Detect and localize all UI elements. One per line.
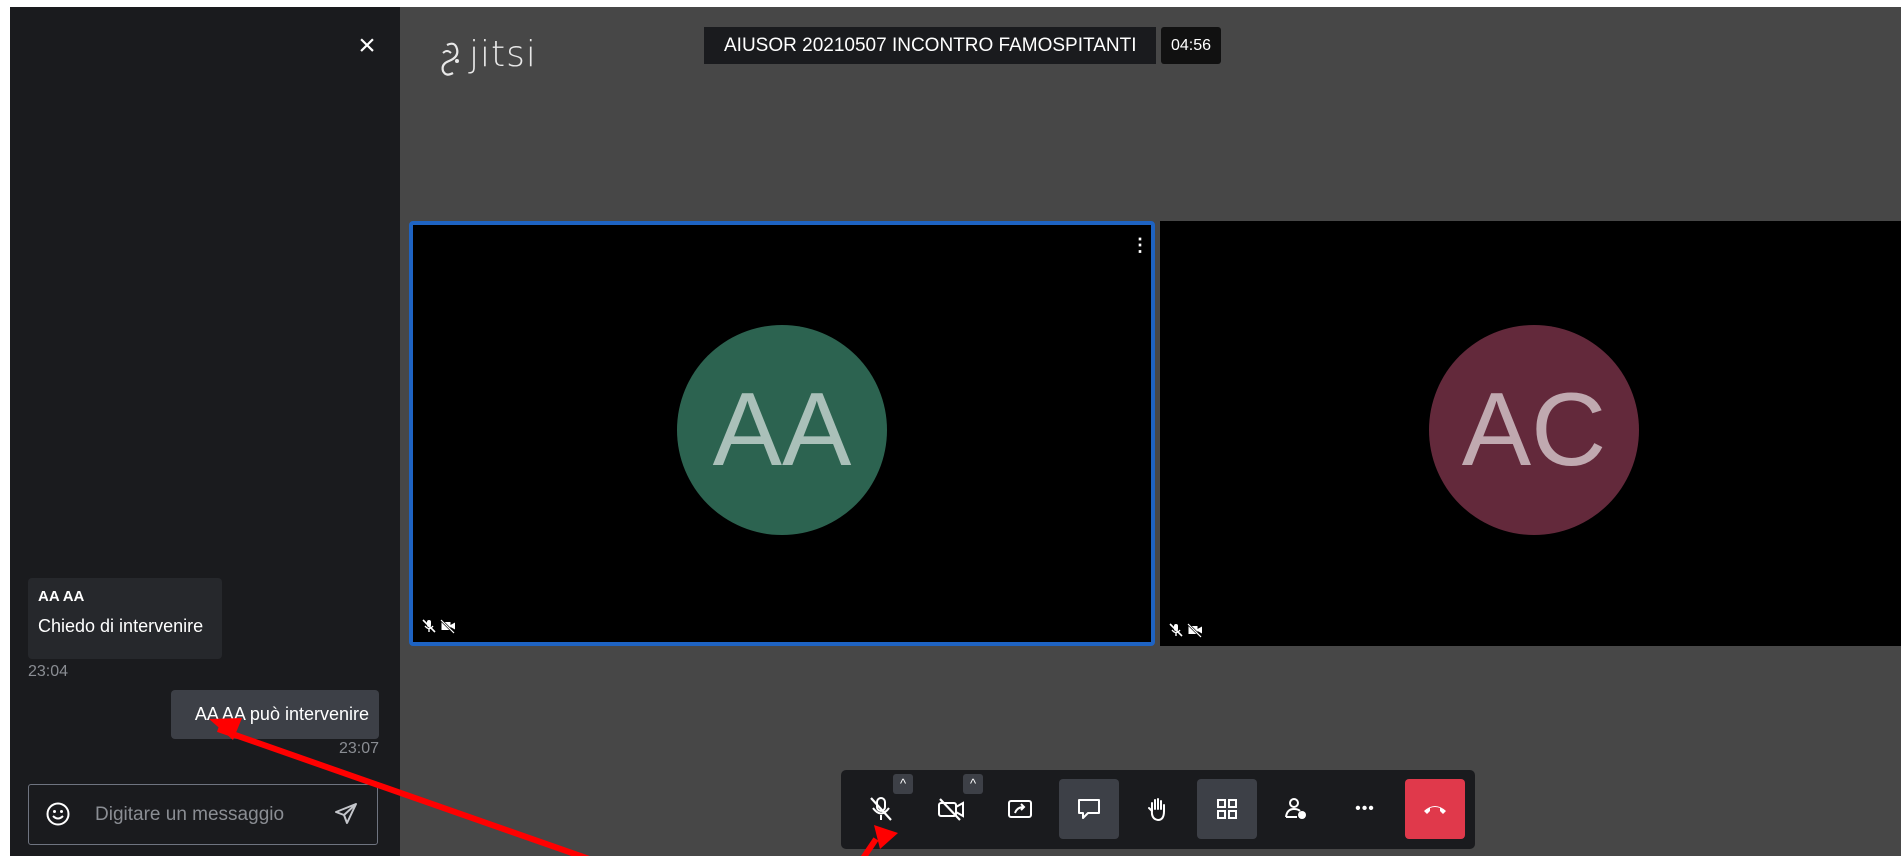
participant-tile-aa[interactable]: ⋮ AA: [409, 221, 1155, 646]
chat-message-incoming: AA AA Chiedo di intervenire: [28, 578, 222, 659]
hangup-button[interactable]: [1405, 779, 1465, 839]
microphone-options-arrow[interactable]: ^: [893, 774, 913, 794]
camera-off-icon: [440, 619, 455, 634]
raise-hand-button[interactable]: [1128, 779, 1188, 839]
chat-message-input[interactable]: [93, 793, 317, 837]
raise-hand-icon: [1148, 798, 1165, 822]
chat-panel: × AA AA Chiedo di intervenire 23:04 AA A…: [10, 7, 400, 856]
mic-muted-icon: [1169, 623, 1183, 637]
invite-people-icon: [1285, 798, 1306, 819]
message-sender: AA AA: [38, 588, 85, 605]
logo-text: jitsi: [469, 34, 537, 75]
message-timestamp: 23:04: [28, 663, 69, 680]
avatar: AA: [677, 325, 887, 535]
message-timestamp: 23:07: [338, 740, 379, 757]
invite-people-button[interactable]: [1266, 779, 1326, 839]
tile-status-indicators: [1168, 622, 1203, 638]
conference-timer: 04:56: [1161, 27, 1221, 64]
tile-menu-icon[interactable]: ⋮: [1131, 233, 1149, 257]
annotation-arrowhead-chat: [209, 718, 242, 740]
chat-message-outgoing: AA AA può intervenire: [171, 690, 379, 739]
camera-off-icon: [938, 798, 964, 821]
tile-view-button[interactable]: [1197, 779, 1257, 839]
camera-options-arrow[interactable]: ^: [963, 774, 983, 794]
more-options-icon: •••: [1355, 800, 1375, 817]
jitsi-logo-icon: [441, 42, 459, 76]
microphone-muted-icon: [870, 797, 892, 821]
share-screen-button[interactable]: [990, 779, 1050, 839]
emoji-icon[interactable]: [45, 801, 71, 827]
jitsi-app: × AA AA Chiedo di intervenire 23:04 AA A…: [10, 7, 1901, 856]
participant-tile-ac[interactable]: ⋮ AC: [1160, 221, 1901, 646]
tile-status-indicators: [421, 618, 456, 634]
hangup-icon: [1424, 806, 1446, 814]
camera-off-icon: [1187, 623, 1202, 638]
more-options-button[interactable]: •••: [1335, 779, 1395, 839]
conference-subject: AIUSOR 20210507 INCONTRO FAMOSPITANTI: [704, 27, 1157, 64]
send-icon[interactable]: [333, 801, 359, 827]
avatar: AC: [1429, 325, 1639, 535]
chat-button[interactable]: [1059, 779, 1119, 839]
tile-view-icon: [1217, 799, 1237, 819]
share-screen-icon: [1008, 800, 1032, 818]
close-chat-button[interactable]: ×: [350, 29, 384, 63]
mic-muted-icon: [422, 619, 436, 633]
chat-icon: [1078, 799, 1100, 819]
conference-toolbar: ^ ^ •••: [841, 770, 1475, 849]
message-text: Chiedo di intervenire: [38, 616, 204, 636]
annotation-arrowhead-mic: [874, 825, 898, 849]
chat-input-box: [28, 784, 378, 845]
